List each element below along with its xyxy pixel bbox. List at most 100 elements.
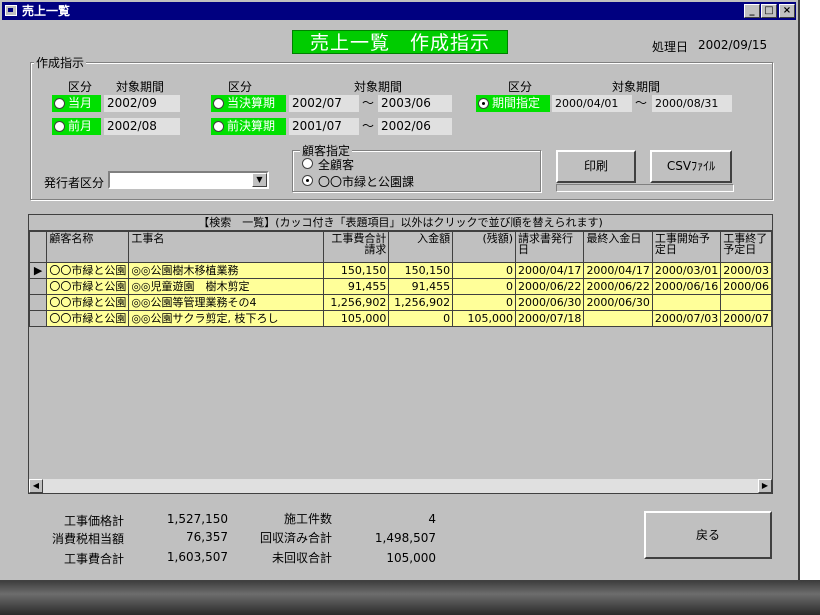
col-header[interactable]: 顧客名称 [46,231,130,263]
cell[interactable]: 105,000 [322,310,390,327]
selected-customer-radio[interactable] [302,175,313,186]
col-header[interactable]: 請求書発行日 [515,231,585,263]
page-title: 売上一覧 作成指示 [292,30,508,54]
cell[interactable]: 1,256,902 [322,294,390,311]
cell[interactable]: ◎◎児童遊園 樹木剪定 [128,278,324,295]
cell[interactable]: 2000/07/18 [515,310,585,327]
zengetsu-value: 2002/08 [104,118,180,135]
cell[interactable]: 2000/06/22 [515,278,585,295]
cell[interactable]: 150,150 [322,262,390,279]
cell[interactable]: 〇〇市緑と公園 [46,262,130,279]
cell[interactable]: ◎◎公園等管理業務その4 [128,294,324,311]
cell[interactable]: 2000/06/22 [583,278,653,295]
koujihi-value: 1,603,507 [166,550,228,564]
process-date-label: 処理日 [652,40,689,54]
scroll-right-icon[interactable]: ▶ [758,479,772,493]
horizontal-scrollbar[interactable]: ◀ ▶ [29,479,772,493]
col-header[interactable]: 最終入金日 [583,231,653,263]
cell[interactable]: 2000/06/16 [651,278,722,295]
mikaishu-value: 105,000 [386,551,436,565]
cell[interactable] [651,294,722,311]
cell[interactable]: 〇〇市緑と公園 [46,294,130,311]
zenkessan-label: 前決算期 [227,119,276,133]
maximize-button[interactable]: □ [761,4,777,18]
cell[interactable]: 91,455 [322,278,390,295]
cell[interactable]: 2000/06/30 [583,294,653,311]
tilde-1: ～ [362,96,375,110]
cell[interactable]: ◎◎公園樹木移植業務 [128,262,324,279]
window-title: 売上一覧 [22,4,71,18]
back-button[interactable]: 戻る [644,511,772,559]
kubun-header-3: 区分 [508,80,533,94]
cell[interactable]: 91,455 [388,278,454,295]
cell[interactable]: 0 [452,278,517,295]
minimize-button[interactable]: _ [744,4,760,18]
taisho-header-2: 対象期間 [354,80,403,94]
kikan-from[interactable]: 2000/04/01 [552,95,632,112]
cell[interactable]: 〇〇市緑と公園 [46,310,130,327]
title-bar: 売上一覧 _ □ × [2,2,796,20]
cell[interactable] [720,294,772,311]
col-header[interactable]: 入金額 [388,231,454,263]
col-header[interactable]: 工事終了予定日 [720,231,772,263]
cell[interactable]: 2000/04/17 [583,262,653,279]
table-row[interactable]: 〇〇市緑と公園 ◎◎公園等管理業務その4 1,256,902 1,256,902… [29,294,772,311]
col-header[interactable]: 工事名 [128,231,324,263]
tougetsu-label: 当月 [68,96,93,110]
scroll-left-icon[interactable]: ◀ [29,479,43,493]
table-row[interactable]: ▶ 〇〇市緑と公園 ◎◎公園樹木移植業務 150,150 150,150 0 2… [29,262,772,279]
kouji-kakaku-value: 1,527,150 [166,512,228,526]
table-row[interactable]: 〇〇市緑と公園 ◎◎児童遊園 樹木剪定 91,455 91,455 0 2000… [29,278,772,295]
cell[interactable]: 2000/03/01 [651,262,722,279]
kouji-kakaku-label: 工事価格計 [64,514,125,528]
kikan-to[interactable]: 2000/08/31 [652,95,732,112]
radio-selected-icon [478,98,489,109]
row-selector[interactable] [29,294,48,311]
zengetsu-radio[interactable]: 前月 [52,118,101,135]
kaishu-zumi-value: 1,498,507 [374,531,436,545]
current-row-arrow-icon: ▶ [29,262,48,279]
cell[interactable]: 150,150 [388,262,454,279]
tilde-3: ～ [635,96,648,110]
kikan-radio[interactable]: 期間指定 [476,95,550,112]
radio-circle-icon [54,121,65,132]
cell[interactable]: 2000/07 [720,310,772,327]
cell[interactable]: 0 [452,262,517,279]
col-header[interactable]: 工事開始予定日 [651,231,722,263]
cell[interactable]: 2000/04/17 [515,262,585,279]
cell[interactable]: ◎◎公園サクラ剪定, 枝下ろし [128,310,324,327]
zengetsu-label: 前月 [68,119,93,133]
cell[interactable]: 2000/06 [720,278,772,295]
mikaishu-label: 未回収合計 [272,551,333,565]
main-window: 売上一覧 _ □ × 売上一覧 作成指示 処理日 2002/09/15 作成指示… [0,0,800,582]
cell[interactable]: 〇〇市緑と公園 [46,278,130,295]
zenkessan-from: 2001/07 [289,118,359,135]
tougetsu-radio[interactable]: 当月 [52,95,101,112]
dropdown-arrow-icon[interactable]: ▼ [252,173,267,187]
csv-button[interactable]: CSVﾌｧｲﾙ [650,150,732,183]
cell[interactable]: 0 [388,310,454,327]
cell[interactable] [583,310,653,327]
table-header-row: 顧客名称 工事名 工事費合計請求 入金額 (残額) 請求書発行日 最終入金日 工… [29,231,772,263]
zenkessan-radio[interactable]: 前決算期 [211,118,286,135]
issuer-combo[interactable]: ▼ [108,171,269,189]
row-selector[interactable] [29,278,48,295]
all-customer-radio[interactable] [302,158,313,169]
row-selector[interactable] [29,310,48,327]
taisho-header-1: 対象期間 [116,80,165,94]
cell[interactable]: 2000/07/03 [651,310,722,327]
selector-header [29,231,48,263]
taisho-header-3: 対象期間 [612,80,661,94]
toukessan-radio[interactable]: 当決算期 [211,95,286,112]
print-button[interactable]: 印刷 [556,150,636,183]
sakusei-group-label: 作成指示 [34,54,87,71]
radio-circle-icon [213,121,224,132]
cell[interactable]: 105,000 [452,310,517,327]
cell[interactable]: 2000/03 [720,262,772,279]
close-button[interactable]: × [779,4,795,18]
table-row[interactable]: 〇〇市緑と公園 ◎◎公園サクラ剪定, 枝下ろし 105,000 0 105,00… [29,310,772,327]
cell[interactable]: 0 [452,294,517,311]
cell[interactable]: 2000/06/30 [515,294,585,311]
cell[interactable]: 1,256,902 [388,294,454,311]
tougetsu-value: 2002/09 [104,95,180,112]
